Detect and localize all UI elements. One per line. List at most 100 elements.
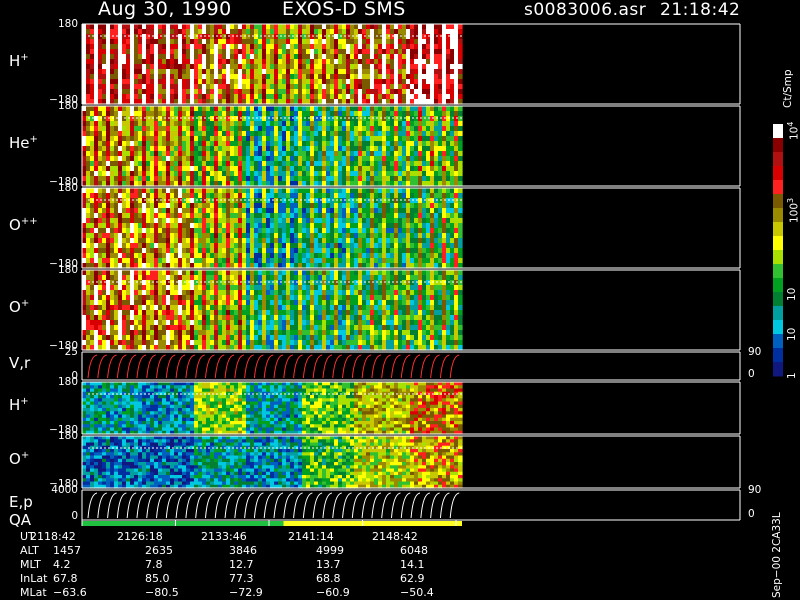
- heat-cell: [414, 223, 419, 229]
- heat-cell: [174, 203, 179, 209]
- heat-cell: [162, 59, 167, 65]
- heat-cell: [166, 64, 171, 70]
- heat-cell: [278, 166, 283, 172]
- heat-cell: [322, 171, 327, 177]
- heat-cell: [254, 223, 259, 229]
- heat-cell: [294, 188, 299, 194]
- heat-cell: [170, 29, 175, 35]
- heat-cell: [410, 228, 415, 234]
- heat-cell: [266, 213, 271, 219]
- heat-cell: [342, 141, 347, 147]
- heat-cell: [158, 310, 163, 316]
- heat-cell: [142, 24, 147, 30]
- heat-cell: [198, 69, 203, 75]
- heat-cell: [302, 49, 307, 55]
- heat-cell: [394, 208, 399, 214]
- heat-cell: [394, 258, 399, 264]
- heat-cell: [210, 59, 215, 65]
- heat-cell: [298, 213, 303, 219]
- heat-cell: [94, 116, 99, 122]
- heat-cell: [446, 203, 451, 209]
- heat-cell: [310, 238, 315, 244]
- heat-cell: [134, 121, 139, 127]
- heat-cell: [182, 84, 187, 90]
- heat-cell: [198, 176, 203, 182]
- heat-cell: [234, 84, 239, 90]
- heat-cell: [362, 171, 367, 177]
- heat-cell: [254, 248, 259, 254]
- heat-cell: [422, 64, 427, 70]
- heat-cell: [446, 198, 451, 204]
- heat-cell: [266, 84, 271, 90]
- heat-cell: [314, 166, 319, 172]
- heat-cell: [286, 89, 291, 95]
- heat-cell: [326, 253, 331, 259]
- heat-cell: [206, 126, 211, 132]
- heat-cell: [114, 111, 119, 117]
- heat-cell: [198, 116, 203, 122]
- heat-cell: [314, 198, 319, 204]
- heat-cell: [350, 171, 355, 177]
- heat-cell: [422, 136, 427, 142]
- heat-cell: [134, 320, 139, 326]
- heat-cell: [94, 59, 99, 65]
- heat-cell: [430, 79, 435, 85]
- heat-cell: [318, 59, 323, 65]
- heat-cell: [166, 34, 171, 40]
- heat-cell: [222, 151, 227, 157]
- heat-cell: [238, 218, 243, 224]
- heat-cell: [234, 24, 239, 30]
- heat-cell: [246, 156, 251, 162]
- heat-cell: [398, 111, 403, 117]
- heat-cell: [158, 64, 163, 70]
- heat-cell: [406, 89, 411, 95]
- heat-cell: [282, 64, 287, 70]
- heat-cell: [150, 136, 155, 142]
- heat-cell: [154, 295, 159, 301]
- heat-cell: [82, 198, 87, 204]
- heat-cell: [114, 131, 119, 137]
- heat-cell: [370, 166, 375, 172]
- heat-cell: [162, 335, 167, 341]
- heat-cell: [142, 111, 147, 117]
- heat-cell: [134, 270, 139, 276]
- heat-cell: [310, 248, 315, 254]
- heat-cell: [278, 84, 283, 90]
- heat-cell: [430, 54, 435, 60]
- heat-cell: [82, 305, 87, 311]
- heat-cell: [218, 69, 223, 75]
- heat-cell: [170, 270, 175, 276]
- heat-cell: [94, 238, 99, 244]
- heat-cell: [114, 84, 119, 90]
- heat-cell: [438, 121, 443, 127]
- heat-cell: [106, 79, 111, 85]
- heat-cell: [86, 146, 91, 152]
- heat-cell: [358, 136, 363, 142]
- heat-cell: [326, 111, 331, 117]
- heat-cell: [294, 218, 299, 224]
- heat-cell: [454, 193, 459, 199]
- heat-cell: [182, 285, 187, 291]
- heat-cell: [338, 223, 343, 229]
- heat-cell: [218, 84, 223, 90]
- heat-cell: [362, 213, 367, 219]
- heat-cell: [178, 141, 183, 147]
- heat-cell: [102, 193, 107, 199]
- heat-cell: [146, 233, 151, 239]
- heat-cell: [322, 54, 327, 60]
- heat-cell: [94, 295, 99, 301]
- heat-cell: [318, 213, 323, 219]
- heat-cell: [174, 188, 179, 194]
- heat-cell: [346, 151, 351, 157]
- heat-cell: [374, 146, 379, 152]
- heat-cell: [442, 248, 447, 254]
- heat-cell: [406, 84, 411, 90]
- heat-cell: [126, 290, 131, 296]
- heat-cell: [374, 238, 379, 244]
- heat-cell: [182, 253, 187, 259]
- heat-cell: [118, 161, 123, 167]
- heat-cell: [154, 228, 159, 234]
- heat-cell: [146, 44, 151, 50]
- heat-cell: [322, 121, 327, 127]
- heat-cell: [398, 44, 403, 50]
